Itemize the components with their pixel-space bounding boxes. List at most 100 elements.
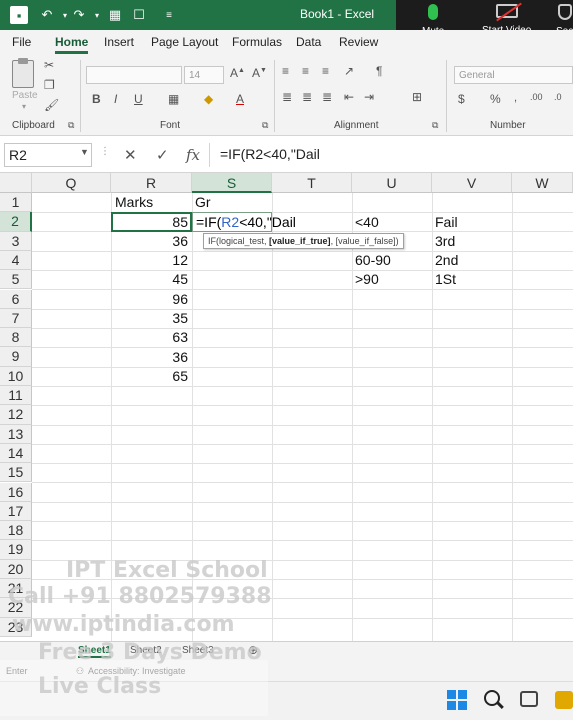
align-left-icon[interactable]: ≣ bbox=[282, 90, 292, 104]
row-header-13[interactable]: 13 bbox=[0, 424, 32, 444]
wrap-text-icon[interactable]: ¶ bbox=[376, 64, 382, 78]
cell-r10[interactable]: 65 bbox=[111, 367, 188, 386]
decrease-indent-icon[interactable]: ⇤ bbox=[344, 90, 354, 104]
align-top-icon[interactable]: ≡ bbox=[282, 64, 289, 78]
increase-indent-icon[interactable]: ⇥ bbox=[364, 90, 374, 104]
file-explorer-icon[interactable] bbox=[555, 691, 573, 709]
tab-page-layout[interactable]: Page Layout bbox=[151, 35, 218, 49]
cell-r1[interactable]: Marks bbox=[115, 193, 153, 212]
decrease-decimal-icon[interactable]: .0 bbox=[554, 92, 562, 102]
cell-v2[interactable]: Fail bbox=[435, 213, 458, 232]
align-center-icon[interactable]: ≣ bbox=[302, 90, 312, 104]
tab-data[interactable]: Data bbox=[296, 35, 321, 49]
row-header-10[interactable]: 10 bbox=[0, 366, 32, 386]
touch-mode-icon[interactable]: ☐ bbox=[130, 6, 148, 24]
tooltip-current-arg[interactable]: [value_if_true] bbox=[269, 236, 331, 246]
bold-button[interactable]: B bbox=[92, 92, 101, 106]
enter-icon[interactable]: ✓ bbox=[156, 146, 169, 164]
redo-icon[interactable]: ↷ bbox=[70, 6, 88, 24]
paste-icon[interactable] bbox=[12, 58, 34, 88]
cell-r9[interactable]: 36 bbox=[111, 348, 188, 367]
cell-r5[interactable]: 45 bbox=[111, 270, 188, 289]
orientation-icon[interactable]: ↗ bbox=[344, 64, 354, 78]
underline-button[interactable]: U bbox=[134, 92, 143, 106]
column-header-r[interactable]: R bbox=[111, 173, 192, 193]
alignment-launcher-icon[interactable]: ⧉ bbox=[432, 120, 438, 131]
save-icon[interactable]: ▪ bbox=[10, 6, 28, 24]
row-header-15[interactable]: 15 bbox=[0, 463, 32, 483]
row-header-7[interactable]: 7 bbox=[0, 308, 32, 329]
percent-style-icon[interactable]: % bbox=[490, 92, 501, 106]
name-box-dropdown-icon[interactable]: ▼ bbox=[80, 147, 89, 157]
cell-u5[interactable]: >90 bbox=[355, 270, 379, 289]
task-view-icon[interactable] bbox=[520, 691, 538, 707]
font-size-box[interactable]: 14 bbox=[184, 66, 224, 84]
cell-v3[interactable]: 3rd bbox=[435, 232, 455, 251]
decrease-font-icon[interactable]: A▼ bbox=[252, 66, 267, 80]
row-header-11[interactable]: 11 bbox=[0, 386, 32, 406]
row-header-6[interactable]: 6 bbox=[0, 289, 32, 309]
column-header-u[interactable]: U bbox=[352, 173, 432, 193]
search-icon[interactable] bbox=[484, 690, 500, 706]
row-header-16[interactable]: 16 bbox=[0, 482, 32, 502]
undo-icon[interactable]: ↶ bbox=[38, 6, 56, 24]
row-header-8[interactable]: 8 bbox=[0, 328, 32, 348]
customize-toolbar-icon[interactable]: ≡ bbox=[160, 6, 178, 24]
font-name-box[interactable] bbox=[86, 66, 182, 84]
row-header-9[interactable]: 9 bbox=[0, 347, 32, 367]
paste-dropdown-icon[interactable]: ▾ bbox=[22, 102, 26, 111]
tab-file[interactable]: File bbox=[12, 35, 31, 49]
row-header-5[interactable]: 5 bbox=[0, 270, 32, 290]
clipboard-launcher-icon[interactable]: ⧉ bbox=[68, 120, 74, 131]
font-launcher-icon[interactable]: ⧉ bbox=[262, 120, 268, 131]
italic-button[interactable]: I bbox=[114, 92, 117, 106]
redo-dropdown-icon[interactable]: ▾ bbox=[88, 6, 106, 24]
cancel-icon[interactable]: ✕ bbox=[124, 146, 137, 164]
row-header-14[interactable]: 14 bbox=[0, 443, 32, 464]
column-header-v[interactable]: V bbox=[432, 173, 512, 193]
copy-icon[interactable]: ❐ bbox=[44, 78, 55, 92]
cell-r7[interactable]: 35 bbox=[111, 309, 188, 328]
formula-input[interactable]: =IF(R2<40,"Dail bbox=[220, 146, 320, 162]
borders-icon[interactable]: ▦ bbox=[168, 92, 179, 106]
increase-decimal-icon[interactable]: .00 bbox=[530, 92, 543, 102]
select-all-corner[interactable] bbox=[0, 173, 32, 193]
column-header-s[interactable]: S bbox=[192, 173, 272, 193]
tab-review[interactable]: Review bbox=[339, 35, 378, 49]
tab-insert[interactable]: Insert bbox=[104, 35, 134, 49]
align-middle-icon[interactable]: ≡ bbox=[302, 64, 309, 78]
cell-r4[interactable]: 12 bbox=[111, 251, 188, 270]
cut-icon[interactable]: ✂ bbox=[44, 58, 54, 72]
row-header-12[interactable]: 12 bbox=[0, 405, 32, 425]
cell-r3[interactable]: 36 bbox=[111, 232, 188, 251]
column-header-q[interactable]: Q bbox=[32, 173, 111, 193]
comma-style-icon[interactable]: , bbox=[514, 92, 517, 104]
cell-u2[interactable]: <40 bbox=[355, 213, 379, 232]
cell-u4[interactable]: 60-90 bbox=[355, 251, 391, 270]
tab-formulas[interactable]: Formulas bbox=[232, 35, 282, 49]
cell-v5[interactable]: 1St bbox=[435, 270, 456, 289]
row-header-4[interactable]: 4 bbox=[0, 250, 32, 271]
tab-home[interactable]: Home bbox=[55, 35, 89, 54]
format-painter-icon[interactable]: 🖌 bbox=[44, 98, 59, 112]
row-header-3[interactable]: 3 bbox=[0, 231, 32, 251]
cell-v4[interactable]: 2nd bbox=[435, 251, 458, 270]
row-header-19[interactable]: 19 bbox=[0, 540, 32, 560]
number-format-box[interactable]: General bbox=[454, 66, 573, 84]
align-right-icon[interactable]: ≣ bbox=[322, 90, 332, 104]
windows-start-icon[interactable] bbox=[447, 690, 467, 710]
name-box[interactable]: R2 bbox=[4, 143, 92, 167]
form-icon[interactable]: ▦ bbox=[106, 6, 124, 24]
insert-function-icon[interactable]: fx bbox=[186, 146, 200, 164]
column-header-w[interactable]: W bbox=[512, 173, 573, 193]
row-header-2[interactable]: 2 bbox=[0, 212, 32, 232]
row-header-17[interactable]: 17 bbox=[0, 501, 32, 522]
row-header-20[interactable]: 20 bbox=[0, 559, 32, 579]
accounting-format-icon[interactable]: $ bbox=[458, 92, 465, 106]
row-header-18[interactable]: 18 bbox=[0, 521, 32, 541]
merge-center-icon[interactable]: ⊞ bbox=[412, 90, 422, 104]
increase-font-icon[interactable]: A▲ bbox=[230, 66, 245, 80]
row-header-1[interactable]: 1 bbox=[0, 193, 32, 213]
cell-s1[interactable]: Gr bbox=[195, 193, 211, 212]
column-header-t[interactable]: T bbox=[272, 173, 352, 193]
